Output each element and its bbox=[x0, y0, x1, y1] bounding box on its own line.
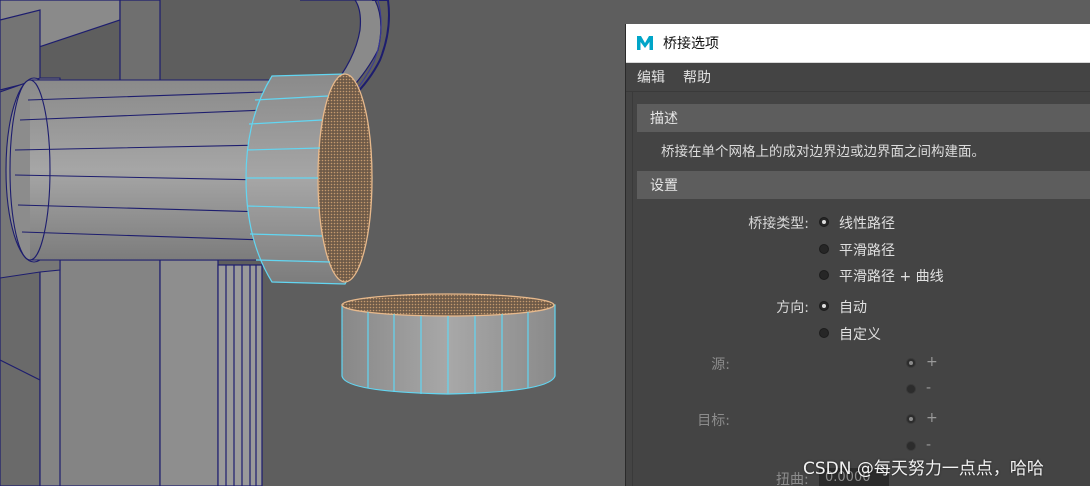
radio-smooth-path[interactable] bbox=[819, 244, 829, 254]
bridge-options-dialog: 桥接选项 编辑 帮助 描述 桥接在单个网格上的成对边界边或边界面之间构建面。 设… bbox=[625, 24, 1090, 486]
settings-section-header[interactable]: 设置 bbox=[637, 171, 1090, 199]
target-label: 目标: bbox=[697, 413, 730, 429]
radio-direction-custom[interactable] bbox=[819, 328, 829, 338]
description-text: 桥接在单个网格上的成对边界边或边界面之间构建面。 bbox=[661, 144, 985, 160]
radio-target-plus[interactable] bbox=[906, 414, 916, 424]
watermark-text: CSDN @每天努力一点点，哈哈 bbox=[803, 459, 1044, 479]
direction-label: 方向: bbox=[776, 300, 809, 316]
radio-target-minus[interactable] bbox=[906, 441, 916, 451]
option-target-minus-label[interactable]: - bbox=[926, 437, 931, 453]
bridge-type-label: 桥接类型: bbox=[748, 216, 809, 232]
option-smooth-path-label[interactable]: 平滑路径 bbox=[839, 240, 895, 260]
radio-smooth-path-curve[interactable] bbox=[819, 270, 829, 280]
option-smooth-path-curve-label[interactable]: 平滑路径 + 曲线 bbox=[839, 266, 944, 286]
menu-edit[interactable]: 编辑 bbox=[637, 67, 665, 87]
option-direction-custom-label[interactable]: 自定义 bbox=[839, 324, 881, 344]
option-source-plus-label[interactable]: + bbox=[926, 354, 938, 370]
radio-source-plus[interactable] bbox=[906, 358, 916, 368]
description-section-header[interactable]: 描述 bbox=[637, 104, 1090, 132]
radio-linear-path[interactable] bbox=[819, 217, 829, 227]
dialog-title: 桥接选项 bbox=[663, 36, 719, 52]
dialog-title-bar[interactable]: 桥接选项 bbox=[626, 24, 1090, 63]
maya-logo-icon bbox=[636, 34, 654, 52]
settings-header-label: 设置 bbox=[650, 178, 678, 194]
menu-help[interactable]: 帮助 bbox=[683, 67, 711, 87]
pillar-geometry bbox=[0, 259, 263, 486]
radio-direction-auto[interactable] bbox=[819, 301, 829, 311]
dialog-content: 描述 桥接在单个网格上的成对边界边或边界面之间构建面。 设置 桥接类型: 线性路… bbox=[632, 92, 1090, 486]
source-label: 源: bbox=[711, 357, 730, 373]
pipe-horizontal bbox=[0, 77, 270, 279]
option-source-minus-label[interactable]: - bbox=[926, 380, 931, 396]
selected-disc bbox=[341, 293, 556, 395]
selected-cylinder bbox=[245, 73, 373, 285]
radio-source-minus[interactable] bbox=[906, 384, 916, 394]
menu-bar: 编辑 帮助 bbox=[626, 63, 1090, 92]
description-header-label: 描述 bbox=[650, 111, 678, 127]
option-target-plus-label[interactable]: + bbox=[926, 410, 938, 426]
option-linear-path-label[interactable]: 线性路径 bbox=[839, 213, 895, 233]
option-direction-auto-label[interactable]: 自动 bbox=[839, 297, 867, 317]
